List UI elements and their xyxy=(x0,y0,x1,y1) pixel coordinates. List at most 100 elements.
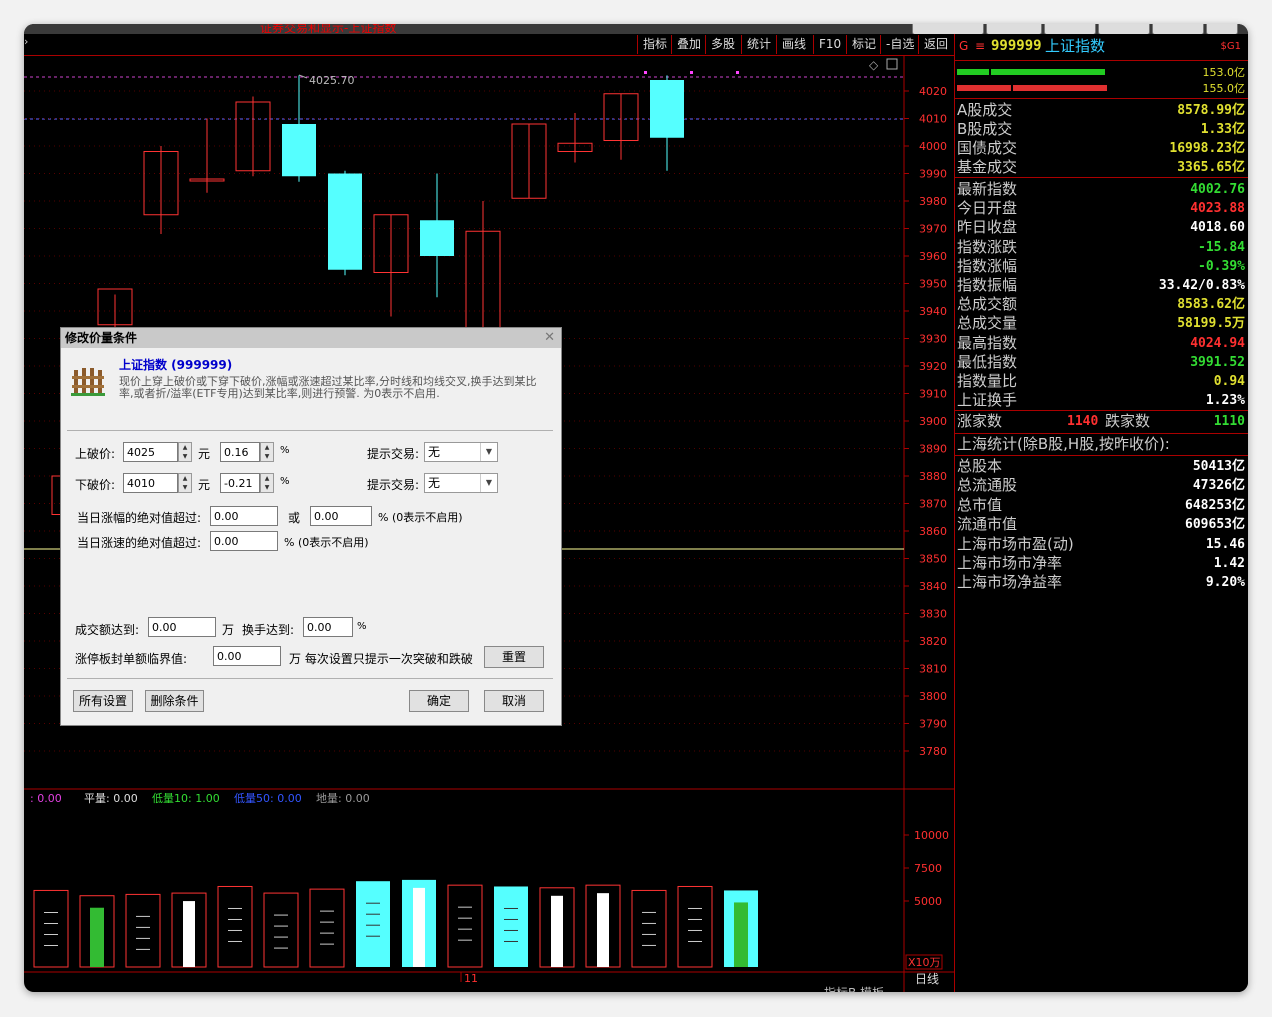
upper-trade-label: 提示交易: xyxy=(367,447,420,461)
index-value: -0.39% xyxy=(1198,258,1245,274)
price-tick-label: 3840 xyxy=(919,580,947,593)
upper-price-label: 上破价: xyxy=(75,447,116,461)
high-price-label: 4025.70 xyxy=(309,74,355,87)
menu-icon[interactable]: ≡ xyxy=(975,37,985,56)
index-row: 总成交量 58199.5万 xyxy=(957,314,1245,333)
price-tick-label: 3930 xyxy=(919,333,947,346)
market-stat-value: 609653亿 xyxy=(1185,517,1245,533)
volume-unit: X10万 xyxy=(908,956,941,969)
market-stat-label: 上海市场净益率 xyxy=(957,573,1063,592)
or-label: 或 xyxy=(288,511,301,525)
close-icon[interactable]: ✕ xyxy=(544,330,555,345)
index-row: 最高指数 4024.94 xyxy=(957,334,1245,353)
turnover-input[interactable]: 0.00 xyxy=(148,617,216,637)
limit-input[interactable]: 0.00 xyxy=(213,646,281,666)
upper-price-stepper[interactable]: ▲ ▼ xyxy=(178,442,192,462)
down-count: 1110 xyxy=(1213,414,1245,429)
candle-body xyxy=(420,220,454,256)
chevron-down-icon[interactable]: ▼ xyxy=(480,443,497,461)
volume-bar xyxy=(125,893,161,968)
index-row: 总成交额 8583.62亿 xyxy=(957,295,1245,314)
fence-icon xyxy=(71,368,105,396)
lower-price-input[interactable]: 4010 xyxy=(123,473,178,493)
turnover-label: 成交额达到: xyxy=(75,623,140,637)
upper-price-input[interactable]: 4025 xyxy=(123,442,178,462)
index-row: 最新指数 4002.76 xyxy=(957,180,1245,199)
volume-bar xyxy=(33,889,69,968)
reset-button[interactable]: 重置 xyxy=(484,646,544,668)
market-stat-value: 47326亿 xyxy=(1192,478,1245,494)
cancel-button[interactable]: 取消 xyxy=(484,690,544,712)
price-tick-label: 3980 xyxy=(919,195,947,208)
index-value: 8583.62亿 xyxy=(1177,297,1245,313)
market-stat-label: 上海市场市盈(动) xyxy=(957,534,1074,553)
hand-label: 换手达到: xyxy=(242,623,295,637)
lower-trade-value: 无 xyxy=(428,476,441,490)
index-value: 58199.5万 xyxy=(1177,316,1245,332)
stock-name: 上证指数 xyxy=(1045,37,1106,55)
lower-price-stepper[interactable]: ▲ ▼ xyxy=(178,473,192,493)
turnover-value: 8578.99亿 xyxy=(1177,103,1245,118)
candle-body xyxy=(650,80,684,138)
market-stat-label: 上海市场市净率 xyxy=(957,554,1063,572)
price-tick-label: 3960 xyxy=(919,250,947,263)
market-stat-label: 流通市值 xyxy=(957,515,1018,534)
market-stat-value: 648253亿 xyxy=(1185,497,1245,513)
price-tick-label: 3890 xyxy=(919,443,947,456)
volume-bar xyxy=(356,881,390,967)
all-settings-button[interactable]: 所有设置 xyxy=(73,690,133,712)
volume-bar xyxy=(217,885,253,968)
amp-note: % (0表示不启用) xyxy=(378,511,463,524)
volume-inner-bar xyxy=(551,895,563,967)
turnover-row: A股成交 8578.99亿 xyxy=(957,101,1245,120)
market-stat-value: 15.46 xyxy=(1205,536,1245,552)
market-stat-value: 50413亿 xyxy=(1192,459,1245,474)
turnover-label: 基金成交 xyxy=(957,158,1018,176)
amp-input-1[interactable]: 0.00 xyxy=(210,506,278,526)
turnover-label: A股成交 xyxy=(957,101,1013,119)
chevron-down-icon[interactable]: ▼ xyxy=(480,474,497,492)
index-value: 4018.60 xyxy=(1190,220,1245,236)
index-label: 指数涨跌 xyxy=(957,237,1018,256)
turnover-row: 基金成交 3365.65亿 xyxy=(957,158,1245,177)
bottom-tabs: 指标B 模板 xyxy=(824,985,884,992)
volume-tick-label: 7500 xyxy=(914,862,942,875)
price-tick-label: 3810 xyxy=(919,663,947,676)
price-tick-label: 3990 xyxy=(919,168,947,181)
turnover-label: B股成交 xyxy=(957,120,1013,138)
delete-condition-button[interactable]: 删除条件 xyxy=(145,690,204,712)
volume-bar xyxy=(309,888,345,968)
yuan-unit: 元 xyxy=(198,478,211,492)
hand-input[interactable]: 0.00 xyxy=(303,617,353,637)
index-label: 指数量比 xyxy=(957,372,1018,390)
market-stat-row: 流通市值 609653亿 xyxy=(957,515,1245,534)
turnover-row: B股成交 1.33亿 xyxy=(957,120,1245,139)
volume-bar xyxy=(494,886,528,967)
market-tag: $G1 xyxy=(1220,41,1241,52)
price-tick-label: 3880 xyxy=(919,470,947,483)
index-label: 今日开盘 xyxy=(957,199,1018,218)
price-tick-label: 4020 xyxy=(919,85,947,98)
market-stat-row: 总市值 648253亿 xyxy=(957,496,1245,515)
turnover-label: 国债成交 xyxy=(957,139,1018,157)
lower-trade-select[interactable]: 无 ▼ xyxy=(424,473,498,493)
stats-title: 上海统计(除B股,H股,按昨收价): xyxy=(957,435,1170,453)
turnover-value: 1.33亿 xyxy=(1200,122,1245,137)
speed-note: % (0表示不启用) xyxy=(284,536,369,549)
upper-trade-select[interactable]: 无 ▼ xyxy=(424,442,498,462)
lower-pct-stepper[interactable]: ▲ ▼ xyxy=(260,473,274,493)
speed-input[interactable]: 0.00 xyxy=(210,531,278,551)
upper-pct-stepper[interactable]: ▲ ▼ xyxy=(260,442,274,462)
volume-tick-label: 10000 xyxy=(914,829,949,842)
price-tick-label: 3860 xyxy=(919,525,947,538)
volume-inner-bar xyxy=(183,901,195,967)
dialog-titlebar: 修改价量条件 xyxy=(61,328,561,348)
app-window: 证券交易和显示-上证指数 › 指标 叠加 多股 统计 画线 F10 标记 -自选… xyxy=(24,24,1248,992)
ok-button[interactable]: 确定 xyxy=(409,690,469,712)
lower-pct-input[interactable]: -0.21 xyxy=(220,473,260,493)
amp-input-2[interactable]: 0.00 xyxy=(310,506,372,526)
index-row: 指数量比 0.94 xyxy=(957,372,1245,391)
index-row: 最低指数 3991.52 xyxy=(957,353,1245,372)
upper-pct-input[interactable]: 0.16 xyxy=(220,442,260,462)
limit-note: 万 每次设置只提示一次突破和跌破 xyxy=(289,652,473,666)
